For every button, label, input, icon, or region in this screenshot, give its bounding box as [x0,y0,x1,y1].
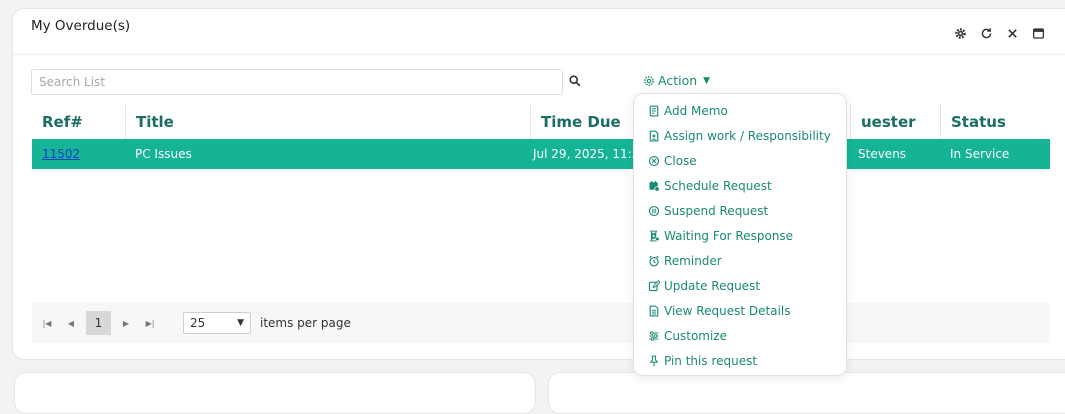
action-menu: Add Memo Assign work / Responsibility Cl… [633,93,847,376]
document-icon [649,305,659,316]
column-header-requester[interactable]: uester [850,104,940,139]
table-header: Ref# Title Time Due uester Status [32,104,1050,139]
menu-item-suspend-request[interactable]: Suspend Request [634,198,846,223]
alarm-icon [649,255,659,266]
edit-icon [648,279,660,291]
ref-link[interactable]: 11502 [42,147,80,161]
menu-item-update-request[interactable]: Update Request [634,273,846,298]
cell-requester: Stevens [858,147,907,161]
table-row[interactable]: 11502 PC Issues Jul 29, 2025, 11:30: Ste… [32,139,1050,169]
menu-item-reminder[interactable]: Reminder [634,248,846,273]
search-input[interactable] [32,70,562,94]
memo-icon [649,105,659,116]
menu-item-pin-request[interactable]: Pin this request [634,348,846,373]
gear-icon[interactable] [951,25,969,41]
gear-icon [644,75,654,86]
column-header-title[interactable]: Title [125,104,530,139]
menu-item-close[interactable]: Close [634,148,846,173]
caret-down-icon: ▼ [703,75,711,86]
page-number[interactable]: 1 [86,311,111,335]
bottom-panel-right [548,372,1065,414]
action-button[interactable]: Action ▼ [643,73,710,88]
action-label: Action [658,73,698,88]
refresh-icon[interactable] [977,25,995,41]
page-size-select[interactable]: 25 ▼ [183,312,251,334]
panel-toolbar [951,25,1047,41]
window-icon[interactable] [1029,25,1047,41]
menu-item-schedule-request[interactable]: Schedule Request [634,173,846,198]
menu-item-customize[interactable]: Customize [634,323,846,348]
chevron-down-icon: ▼ [237,318,244,328]
assign-icon [649,130,659,141]
cell-status: In Service [950,147,1010,161]
prev-page-icon[interactable]: ◀ [62,311,80,335]
pause-icon [648,205,660,216]
bottom-panel-left [14,372,536,414]
menu-item-assign-work[interactable]: Assign work / Responsibility [634,123,846,148]
sliders-icon [649,330,659,341]
menu-item-view-request-details[interactable]: View Request Details [634,298,846,323]
panel-title: My Overdue(s) [31,18,131,34]
cell-title: PC Issues [135,147,192,161]
close-icon[interactable] [1003,25,1021,41]
calendar-icon [649,180,660,192]
page-size-label: items per page [260,316,351,330]
pager: |◀ ◀ 1 ▶ ▶| 25 ▼ items per page [32,303,1050,343]
hourglass-icon [650,230,660,241]
column-header-ref[interactable]: Ref# [32,104,125,139]
menu-item-add-memo[interactable]: Add Memo [634,98,846,123]
close-circle-icon [648,155,660,166]
pin-icon [649,355,659,366]
first-page-icon[interactable]: |◀ [38,311,56,335]
overdue-panel: My Overdue(s) Action ▼ Ref# Title Time D… [12,8,1065,360]
last-page-icon[interactable]: ▶| [141,311,159,335]
next-page-icon[interactable]: ▶ [117,311,135,335]
header-divider [13,54,1065,55]
search-icon[interactable] [568,74,582,88]
column-header-status[interactable]: Status [940,104,1050,139]
menu-item-waiting-for-response[interactable]: Waiting For Response [634,223,846,248]
search-box [31,69,563,95]
page-size-value: 25 [190,316,206,330]
